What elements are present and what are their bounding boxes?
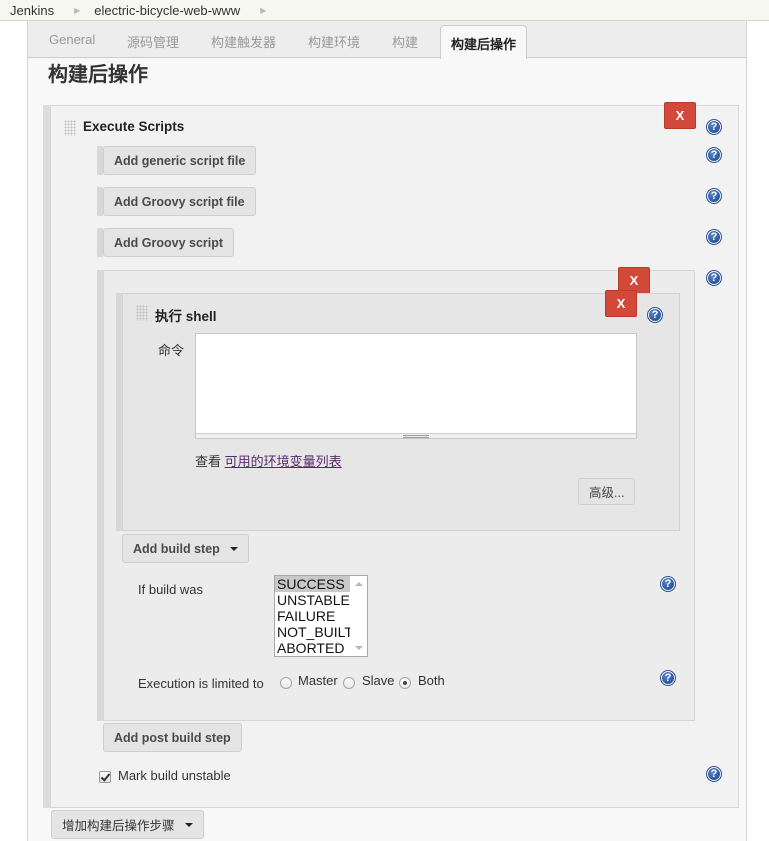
tab-post-build-actions[interactable]: 构建后操作 bbox=[440, 25, 528, 59]
help-icon[interactable]: ? bbox=[706, 119, 722, 135]
tab-general[interactable]: General bbox=[49, 32, 95, 47]
add-generic-script-file-button[interactable]: Add generic script file bbox=[103, 146, 257, 175]
help-icon[interactable]: ? bbox=[706, 270, 722, 286]
tab-source-control[interactable]: 源码管理 bbox=[127, 32, 179, 51]
grip-icon bbox=[403, 435, 429, 438]
env-vars-prefix: 查看 bbox=[195, 454, 222, 469]
section-title: 构建后操作 bbox=[48, 64, 148, 86]
listbox-option-not-built[interactable]: NOT_BUILT bbox=[275, 624, 353, 640]
delete-execute-scripts-button[interactable]: X bbox=[664, 102, 696, 129]
add-post-build-action-label: 增加构建后操作步骤 bbox=[62, 819, 175, 833]
help-icon[interactable]: ? bbox=[647, 307, 663, 323]
env-vars-line: 查看 可用的环境变量列表 bbox=[195, 451, 342, 470]
env-vars-link[interactable]: 可用的环境变量列表 bbox=[225, 454, 342, 469]
add-post-build-step-button[interactable]: Add post build step bbox=[103, 723, 242, 752]
add-build-step-label: Add build step bbox=[133, 541, 220, 556]
radio-both-label[interactable]: Both bbox=[418, 673, 445, 688]
drag-handle-icon[interactable] bbox=[136, 305, 148, 321]
add-post-build-action-button[interactable]: 增加构建后操作步骤 bbox=[51, 810, 204, 839]
help-icon[interactable]: ? bbox=[706, 766, 722, 782]
radio-master[interactable] bbox=[280, 677, 292, 689]
textarea-resize-handle[interactable] bbox=[195, 433, 637, 439]
help-icon[interactable]: ? bbox=[706, 188, 722, 204]
config-panel: General 源码管理 构建触发器 构建环境 构建 构建后操作 构建后操作 E… bbox=[27, 21, 747, 841]
help-icon[interactable]: ? bbox=[706, 229, 722, 245]
build-result-listbox[interactable]: SUCCESS UNSTABLE FAILURE NOT_BUILT ABORT… bbox=[274, 575, 368, 657]
caret-down-icon bbox=[229, 546, 238, 551]
radio-slave[interactable] bbox=[343, 677, 355, 689]
help-icon[interactable]: ? bbox=[660, 576, 676, 592]
add-build-step-button[interactable]: Add build step bbox=[122, 534, 249, 563]
tab-build-triggers[interactable]: 构建触发器 bbox=[211, 32, 276, 51]
delete-execute-shell-button[interactable]: X bbox=[605, 290, 637, 317]
execute-scripts-block: Execute Scripts X ? Add generic script f… bbox=[43, 102, 739, 808]
scroll-down-arrow-icon[interactable] bbox=[355, 646, 363, 650]
breadcrumb-jenkins[interactable]: Jenkins bbox=[0, 3, 54, 18]
add-groovy-script-file-button[interactable]: Add Groovy script file bbox=[103, 187, 256, 216]
drag-handle-icon[interactable] bbox=[64, 120, 76, 136]
help-icon[interactable]: ? bbox=[660, 670, 676, 686]
caret-down-icon bbox=[184, 822, 193, 827]
listbox-option-success[interactable]: SUCCESS bbox=[275, 576, 351, 592]
radio-both[interactable] bbox=[399, 677, 411, 689]
scroll-up-arrow-icon[interactable] bbox=[355, 582, 363, 586]
post-build-script-block: X X 执行 shell ? 命令 查看 可用的环境变量列表 高级... Add… bbox=[103, 267, 695, 721]
radio-slave-label[interactable]: Slave bbox=[362, 673, 395, 688]
mark-build-unstable-label[interactable]: Mark build unstable bbox=[118, 768, 231, 783]
execute-shell-block: X 执行 shell ? 命令 查看 可用的环境变量列表 高级... bbox=[122, 290, 680, 531]
execute-scripts-body: Execute Scripts X ? Add generic script f… bbox=[50, 102, 739, 808]
listbox-scrollbar[interactable] bbox=[350, 576, 367, 656]
help-icon[interactable]: ? bbox=[706, 147, 722, 163]
breadcrumb-arrow-icon[interactable]: ▶ bbox=[260, 6, 266, 15]
command-textarea[interactable] bbox=[195, 333, 637, 434]
listbox-option-unstable[interactable]: UNSTABLE bbox=[275, 592, 351, 608]
execute-scripts-title: Execute Scripts bbox=[83, 119, 185, 134]
listbox-option-failure[interactable]: FAILURE bbox=[275, 608, 351, 624]
breadcrumb: Jenkins ▶ electric-bicycle-web-www ▶ bbox=[0, 0, 769, 21]
radio-master-label[interactable]: Master bbox=[298, 673, 338, 688]
execute-shell-title: 执行 shell bbox=[155, 309, 217, 324]
breadcrumb-arrow-icon[interactable]: ▶ bbox=[74, 6, 80, 15]
tab-bar: General 源码管理 构建触发器 构建环境 构建 构建后操作 bbox=[28, 21, 746, 59]
listbox-option-aborted[interactable]: ABORTED bbox=[275, 640, 351, 656]
advanced-button[interactable]: 高级... bbox=[578, 478, 636, 505]
breadcrumb-project[interactable]: electric-bicycle-web-www bbox=[94, 3, 240, 18]
mark-build-unstable-checkbox[interactable] bbox=[99, 771, 111, 783]
if-build-was-label: If build was bbox=[138, 582, 204, 597]
tab-build-environment[interactable]: 构建环境 bbox=[308, 32, 360, 51]
command-label: 命令 bbox=[158, 343, 185, 358]
tab-build[interactable]: 构建 bbox=[392, 32, 418, 51]
add-groovy-script-button[interactable]: Add Groovy script bbox=[103, 228, 235, 257]
execution-limited-label: Execution is limited to bbox=[138, 676, 264, 691]
